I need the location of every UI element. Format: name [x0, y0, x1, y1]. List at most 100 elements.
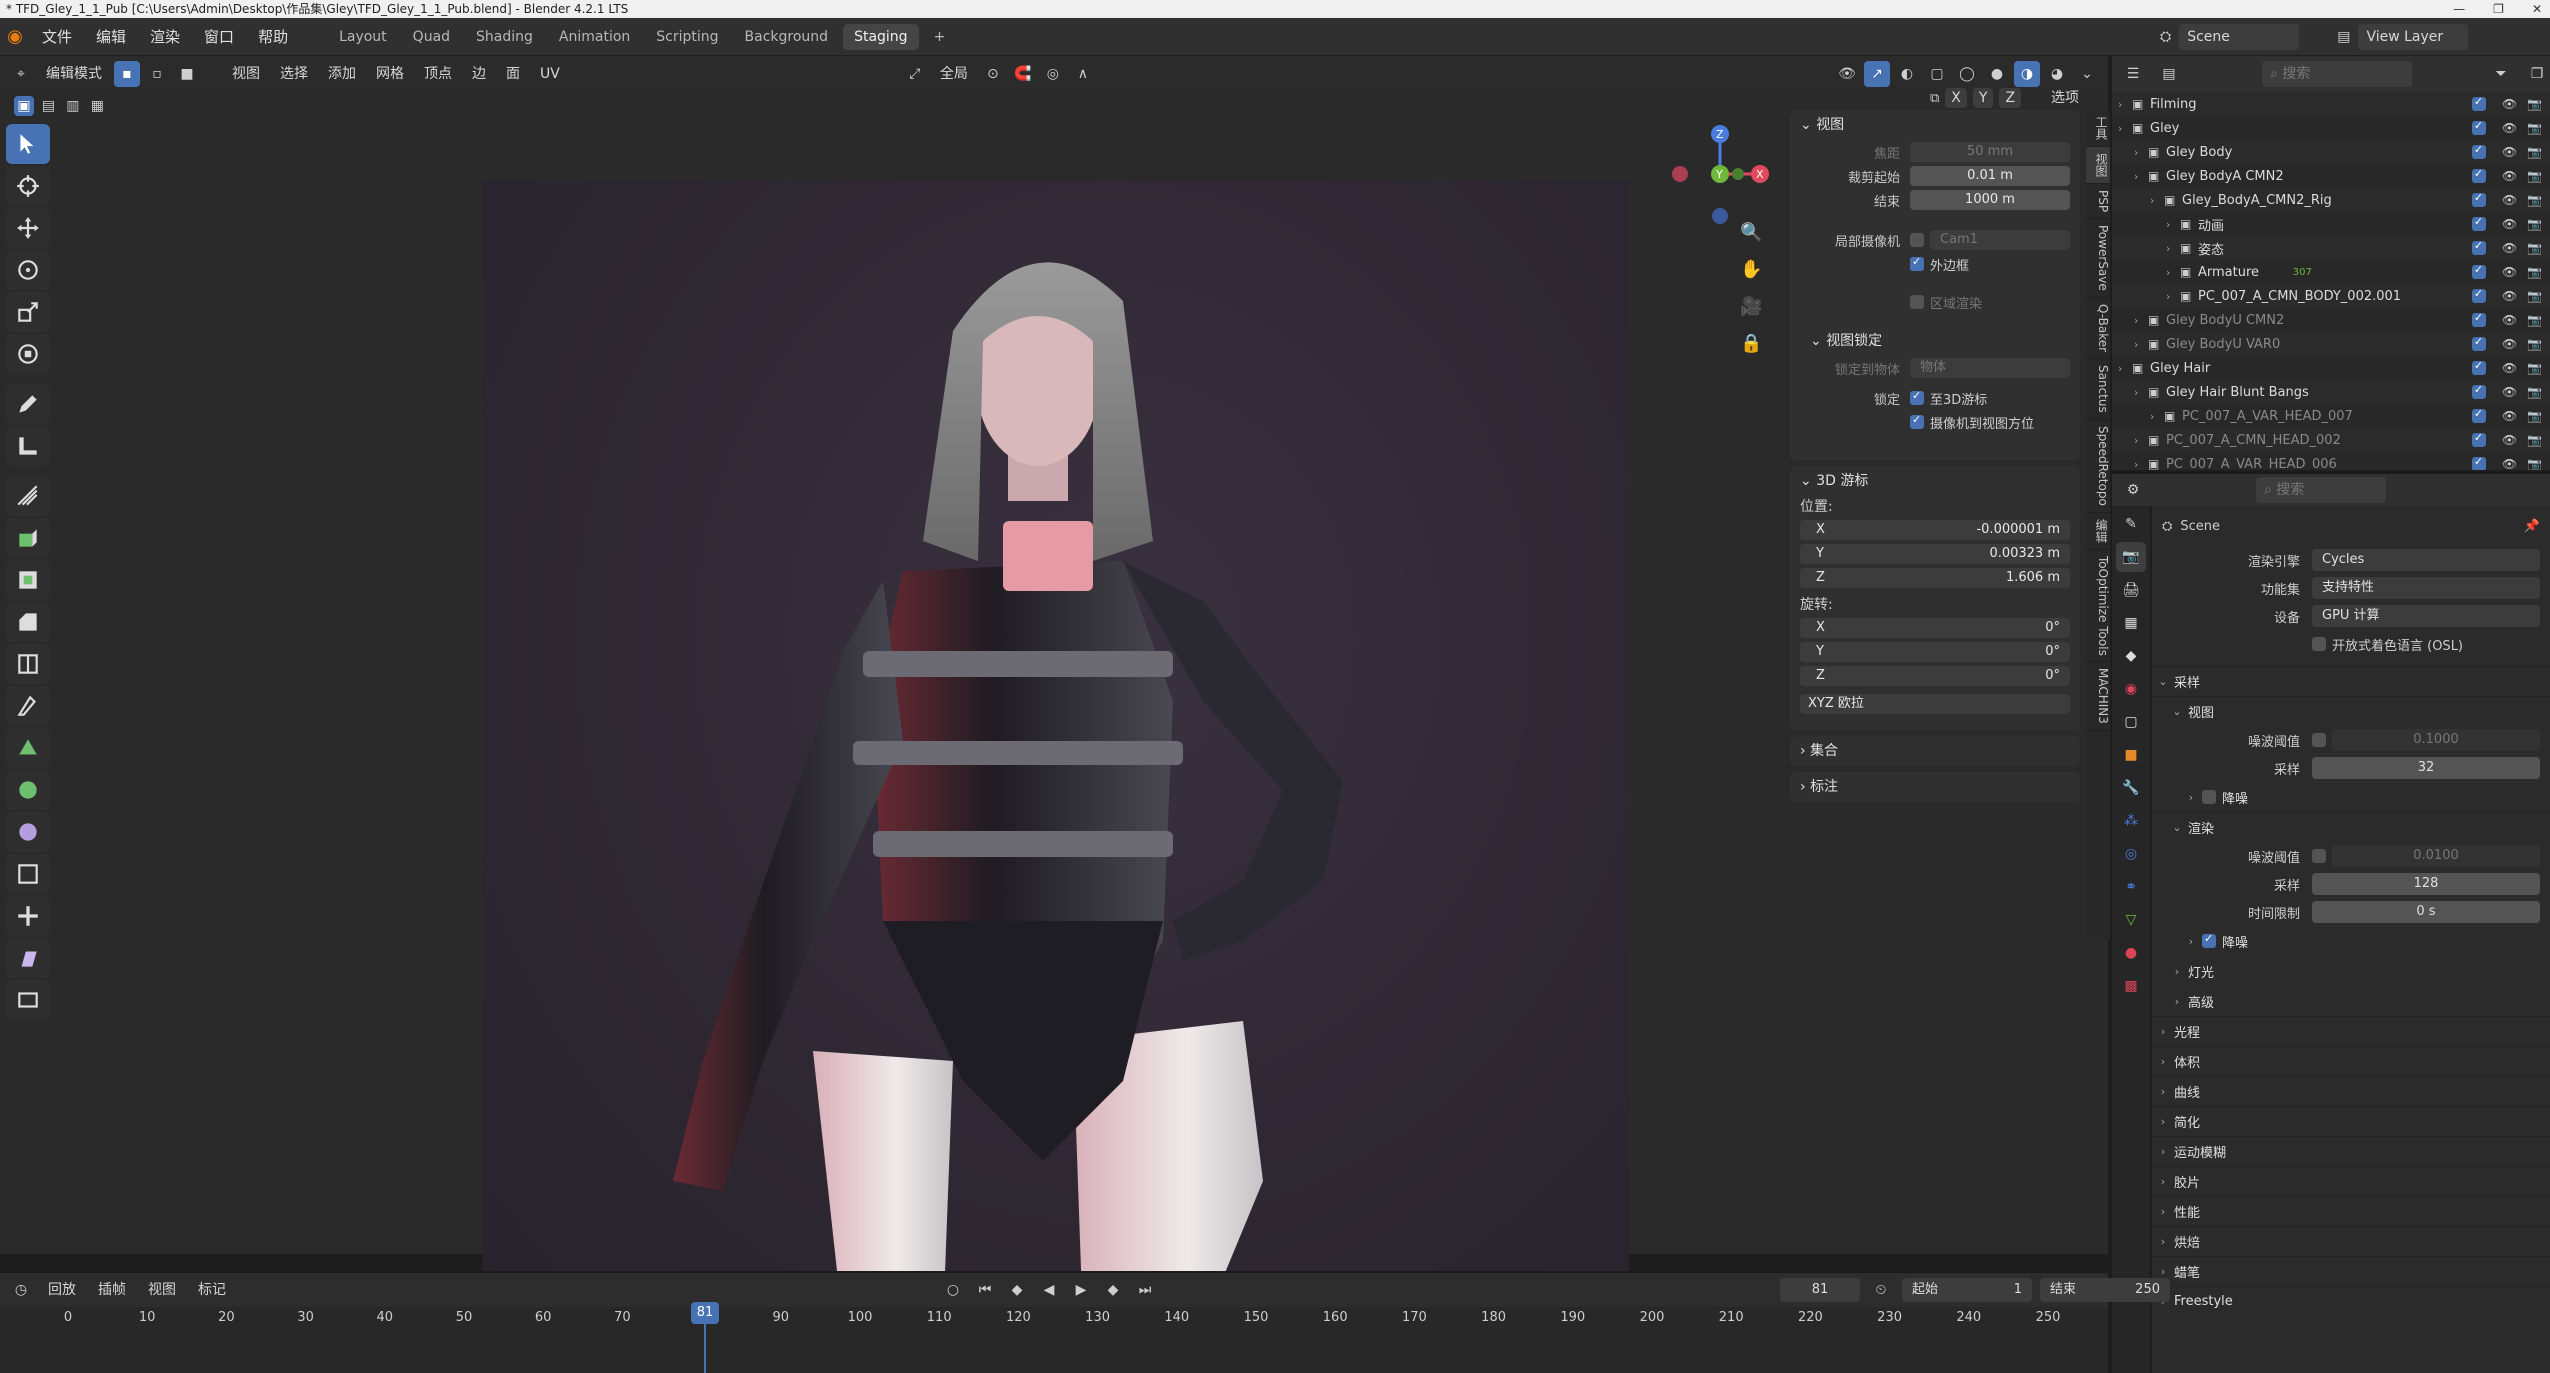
render-camera-icon[interactable]: 📷: [2527, 361, 2542, 375]
new-collection-icon[interactable]: ❐: [2524, 61, 2550, 87]
render-camera-icon[interactable]: 📷: [2527, 313, 2542, 327]
osl-checkbox[interactable]: [2312, 637, 2326, 651]
region-render-checkbox[interactable]: [1910, 295, 1924, 309]
camera-view-icon[interactable]: 🎥: [1740, 296, 1762, 317]
render-camera-icon[interactable]: 📷: [2527, 121, 2542, 135]
render-camera-icon[interactable]: 📷: [2527, 289, 2542, 303]
r-samples-field[interactable]: 128: [2312, 873, 2540, 895]
outliner-row[interactable]: ›▣ PC_007_A_VAR_HEAD_006 👁 📷: [2112, 452, 2550, 470]
vp-denoise-checkbox[interactable]: [2202, 790, 2216, 804]
start-frame-field[interactable]: 起始 1: [1902, 1278, 2032, 1302]
eye-icon[interactable]: 👁: [2502, 121, 2517, 135]
eye-icon[interactable]: 👁: [2502, 385, 2517, 399]
object-props-icon[interactable]: ■: [2116, 740, 2146, 770]
lock-3d-cursor-checkbox[interactable]: [1910, 389, 1924, 405]
render-camera-icon[interactable]: 📷: [2527, 217, 2542, 231]
expand-toggle-icon[interactable]: ›: [2166, 266, 2180, 279]
outliner-row[interactable]: ›▣ Gley BodyU VAR0 👁 📷: [2112, 332, 2550, 356]
zoom-icon[interactable]: 🔍: [1740, 222, 1762, 243]
spin-tool[interactable]: [6, 770, 50, 810]
advanced-subsection[interactable]: › 高级: [2152, 986, 2550, 1016]
tab-animation[interactable]: Animation: [548, 24, 641, 50]
select-box-tool[interactable]: [6, 124, 50, 164]
property-section[interactable]: › 胶片: [2152, 1166, 2550, 1196]
render-camera-icon[interactable]: 📷: [2527, 409, 2542, 423]
scene-field[interactable]: Scene: [2179, 24, 2300, 50]
exclude-checkbox[interactable]: [2471, 431, 2486, 447]
vp-denoise-subsection[interactable]: › 降噪: [2152, 782, 2550, 812]
expand-toggle-icon[interactable]: ›: [2118, 98, 2132, 111]
annotate-tool[interactable]: [6, 384, 50, 424]
eye-icon[interactable]: 👁: [2502, 265, 2517, 279]
properties-search-field[interactable]: ⌕ 搜索: [2256, 477, 2386, 503]
r-noise-threshold-field[interactable]: 0.0100: [2332, 845, 2540, 867]
exclude-checkbox[interactable]: [2471, 119, 2486, 135]
tab-shading[interactable]: Shading: [465, 24, 544, 50]
mode-selector[interactable]: 编辑模式: [38, 61, 110, 87]
menu-marker[interactable]: 标记: [190, 1277, 234, 1303]
menu-vertex[interactable]: 顶点: [416, 61, 460, 87]
3d-cursor-header[interactable]: ⌄ 3D 游标: [1790, 466, 2080, 496]
exclude-checkbox[interactable]: [2471, 383, 2486, 399]
property-section[interactable]: › 曲线: [2152, 1076, 2550, 1106]
property-section[interactable]: › 烘焙: [2152, 1226, 2550, 1256]
render-camera-icon[interactable]: 📷: [2527, 145, 2542, 159]
select-intersect-icon[interactable]: ▦: [87, 96, 107, 116]
measure-tool[interactable]: [6, 426, 50, 466]
menu-add[interactable]: 添加: [320, 61, 364, 87]
property-section[interactable]: ›Freestyle: [2152, 1286, 2550, 1316]
focal-length-field[interactable]: 50 mm: [1910, 142, 2070, 162]
world-props-icon[interactable]: ◉: [2116, 674, 2146, 704]
viewport-subsection[interactable]: ⌄ 视图: [2152, 696, 2550, 726]
minimize-icon[interactable]: —: [2453, 2, 2465, 16]
property-section[interactable]: › 体积: [2152, 1046, 2550, 1076]
tab-view[interactable]: 视图: [2086, 147, 2110, 184]
exclude-checkbox[interactable]: [2471, 287, 2486, 303]
shading-options-icon[interactable]: ⌄: [2074, 61, 2100, 87]
render-camera-icon[interactable]: 📷: [2527, 241, 2542, 255]
exclude-checkbox[interactable]: [2471, 239, 2486, 255]
extrude-tool[interactable]: [6, 518, 50, 558]
transform-tool[interactable]: [6, 334, 50, 374]
tab-speedretopo[interactable]: SpeedRetopo: [2086, 420, 2110, 513]
scale-tool[interactable]: [6, 292, 50, 332]
exclude-checkbox[interactable]: [2471, 335, 2486, 351]
select-extend-icon[interactable]: ▤: [38, 96, 58, 116]
proportional-edit-icon[interactable]: ◎: [1040, 61, 1066, 87]
timeline-track[interactable]: 0102030405060708090100110120130140150160…: [0, 1307, 2108, 1373]
exclude-checkbox[interactable]: [2471, 359, 2486, 375]
property-section[interactable]: › 运动模糊: [2152, 1136, 2550, 1166]
tab-tooptimize[interactable]: ToOptimize Tools: [2086, 550, 2110, 663]
smooth-tool[interactable]: [6, 812, 50, 852]
cursor-loc-x-field[interactable]: X -0.000001 m: [1800, 520, 2070, 540]
clip-start-field[interactable]: 0.01 m: [1910, 166, 2070, 186]
exclude-checkbox[interactable]: [2471, 407, 2486, 423]
snap-icon[interactable]: 🧲: [1010, 61, 1036, 87]
render-camera-icon[interactable]: 📷: [2527, 337, 2542, 351]
texture-props-icon[interactable]: ▩: [2116, 971, 2146, 1001]
pin-icon[interactable]: 📌: [2524, 519, 2540, 534]
clip-end-field[interactable]: 1000 m: [1910, 190, 2070, 210]
exclude-checkbox[interactable]: [2471, 311, 2486, 327]
property-section[interactable]: › 光程: [2152, 1016, 2550, 1046]
view-layer-field[interactable]: View Layer: [2358, 24, 2469, 50]
expand-toggle-icon[interactable]: ›: [2166, 242, 2180, 255]
menu-face[interactable]: 面: [498, 61, 528, 87]
edge-slide-tool[interactable]: [6, 854, 50, 894]
falloff-icon[interactable]: ∧: [1070, 61, 1096, 87]
menu-timeline-view[interactable]: 视图: [140, 1277, 184, 1303]
prev-keyframe-icon[interactable]: ◆: [1004, 1277, 1030, 1303]
render-camera-icon[interactable]: 📷: [2527, 433, 2542, 447]
constraints-props-icon[interactable]: ⚭: [2116, 872, 2146, 902]
render-camera-icon[interactable]: 📷: [2527, 97, 2542, 111]
collection-panel[interactable]: › 集合: [1790, 736, 2080, 766]
eye-icon[interactable]: 👁: [2502, 97, 2517, 111]
play-reverse-icon[interactable]: ◀: [1036, 1277, 1062, 1303]
tab-psp[interactable]: PSP: [2086, 184, 2110, 220]
outliner-row[interactable]: ›▣ Gley BodyA CMN2 👁 📷: [2112, 164, 2550, 188]
timeline-editor-icon[interactable]: ◷: [8, 1277, 34, 1303]
next-keyframe-icon[interactable]: ◆: [1100, 1277, 1126, 1303]
wireframe-shading-icon[interactable]: ◯: [1954, 61, 1980, 87]
lights-subsection[interactable]: › 灯光: [2152, 956, 2550, 986]
mirror-y-button[interactable]: Y: [1972, 88, 1994, 108]
